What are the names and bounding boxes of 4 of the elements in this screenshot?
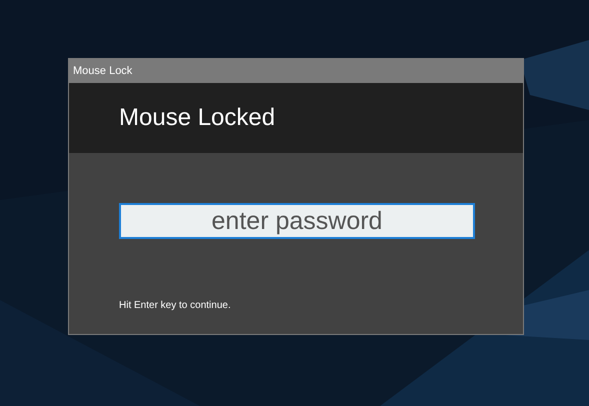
window-title: Mouse Lock [73, 65, 132, 77]
hint-text: Hit Enter key to continue. [119, 300, 232, 311]
heading: Mouse Locked [119, 104, 276, 132]
password-field[interactable]: enter password [119, 203, 475, 239]
